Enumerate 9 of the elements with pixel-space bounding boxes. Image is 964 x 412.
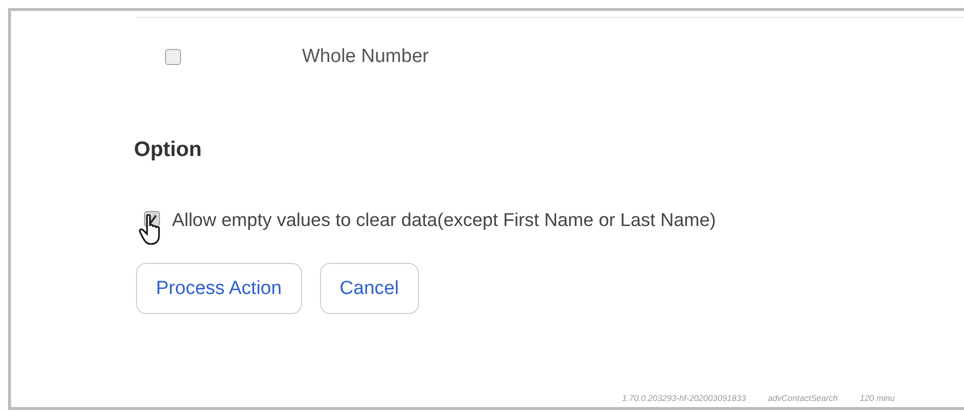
footer-text: advContactSearch — [768, 392, 838, 405]
checkbox[interactable] — [165, 49, 181, 65]
field-label: Whole Number — [302, 44, 429, 69]
action-button[interactable]: Process Action — [136, 263, 302, 314]
section-heading: Option — [134, 137, 203, 163]
footer-text: 120 minu — [860, 392, 895, 405]
option-label: Allow empty values to clear data(except First Name or Last Name) — [172, 208, 716, 232]
action-button[interactable]: Cancel — [320, 263, 419, 314]
footer-text: 1.70.0.203293-hf-202003091833 — [622, 392, 746, 405]
